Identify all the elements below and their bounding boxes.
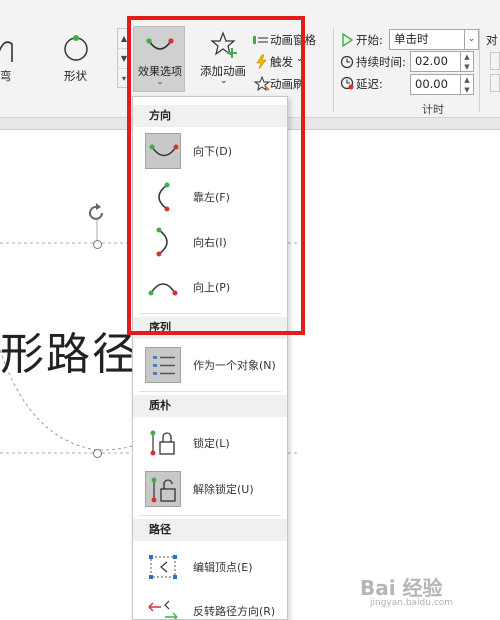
lock-label: 锁定(L) xyxy=(193,437,230,450)
resize-handle-bottom[interactable] xyxy=(93,449,102,458)
reverse-path-icon xyxy=(145,593,181,619)
origin-header: 质朴 xyxy=(133,395,287,417)
resize-handle-top[interactable] xyxy=(93,240,102,249)
menu-divider xyxy=(139,515,281,516)
arc-gallery-icon[interactable] xyxy=(0,36,20,66)
path-header: 路径 xyxy=(133,519,287,541)
duration-stepper[interactable]: ▲ ▼ xyxy=(461,51,474,72)
sequence-one-object-item[interactable]: 作为一个对象(N) xyxy=(143,345,283,385)
delay-label: 延迟: xyxy=(356,77,383,91)
reverse-path-item[interactable]: 反转路径方向(R) xyxy=(143,591,283,619)
play-icon xyxy=(342,33,354,47)
lock-item[interactable]: 锁定(L) xyxy=(143,423,283,463)
watermark-logo: Bai 经验 xyxy=(360,576,443,600)
duration-field[interactable]: 02.00 xyxy=(410,51,461,72)
highlight-annotation xyxy=(127,16,305,335)
rotate-handle-icon[interactable] xyxy=(86,202,108,224)
arc-label: 弯 xyxy=(0,69,12,83)
list-icon xyxy=(145,347,181,383)
circle-shape-icon xyxy=(64,35,88,61)
align-scroll-down[interactable] xyxy=(490,74,500,92)
clock-icon xyxy=(340,55,354,69)
slide-title-text[interactable]: 形路径 xyxy=(0,318,138,382)
ribbon-separator xyxy=(333,28,334,112)
timing-group-label: 计时 xyxy=(422,103,444,116)
watermark-url: jingyan.baidu.com xyxy=(370,598,454,608)
edit-points-icon xyxy=(145,549,181,585)
reverse-path-label: 反转路径方向(R) xyxy=(193,605,276,618)
shape-label: 形状 xyxy=(64,69,87,83)
shape-gallery-item[interactable]: 形状 xyxy=(54,30,102,86)
edit-points-label: 编辑顶点(E) xyxy=(193,561,253,574)
ribbon-separator xyxy=(479,28,480,112)
app-window: { "ribbon": { "arc_label": "弯", "shape_l… xyxy=(0,0,500,620)
align-scroll-up[interactable] xyxy=(490,52,500,70)
delay-clock-icon xyxy=(340,76,354,90)
align-label: 对 xyxy=(486,33,498,47)
lock-icon xyxy=(145,425,181,461)
sequence-one-object-label: 作为一个对象(N) xyxy=(193,359,276,372)
menu-divider xyxy=(139,391,281,392)
unlock-item[interactable]: 解除锁定(U) xyxy=(143,469,283,509)
start-label: 开始: xyxy=(356,33,383,47)
edit-points-item[interactable]: 编辑顶点(E) xyxy=(143,547,283,587)
delay-stepper[interactable]: ▲ ▼ xyxy=(461,74,474,95)
unlock-label: 解除锁定(U) xyxy=(193,483,254,496)
start-select[interactable]: 单击时 xyxy=(389,29,465,50)
chevron-down-icon[interactable]: ⌄ xyxy=(465,29,479,50)
duration-label: 持续时间: xyxy=(356,55,406,69)
delay-field[interactable]: 00.00 xyxy=(410,74,461,95)
unlock-icon xyxy=(145,471,181,507)
